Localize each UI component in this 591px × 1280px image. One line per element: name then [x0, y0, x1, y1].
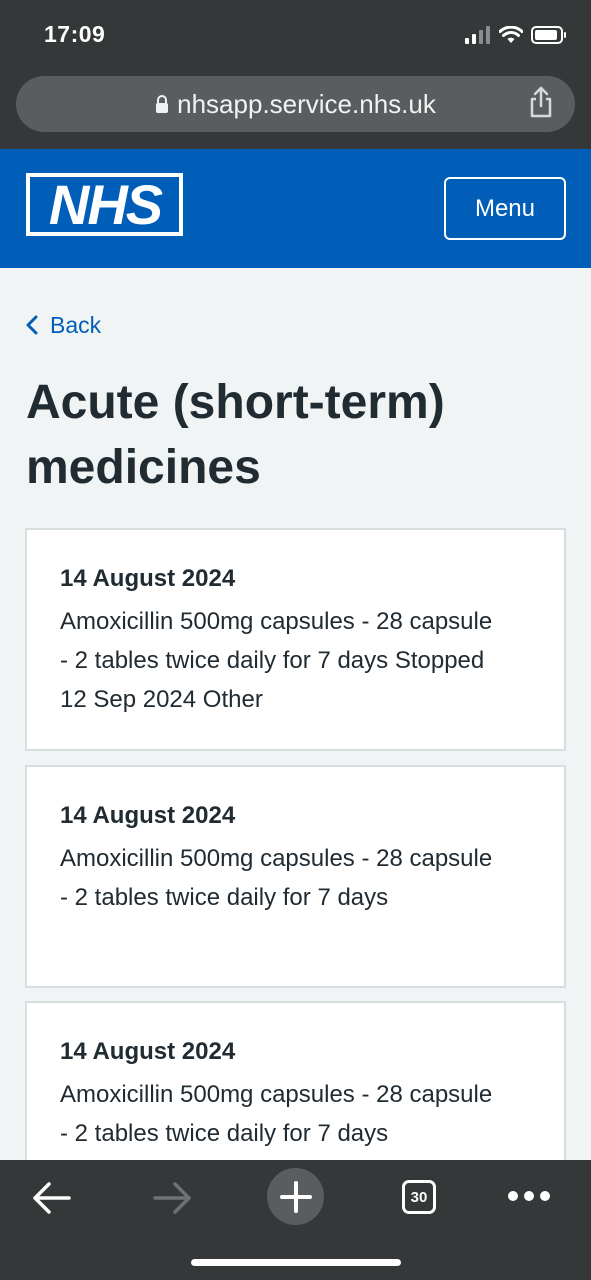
medicine-date: 14 August 2024 — [60, 1038, 236, 1065]
page-title: Acute (short-term) medicines — [26, 376, 445, 494]
medicine-description: Amoxicillin 500mg capsules - 28 capsule … — [60, 1081, 493, 1147]
nhs-logo[interactable]: NHS — [26, 173, 183, 236]
medicine-description: Amoxicillin 500mg capsules - 28 capsule … — [60, 845, 493, 911]
status-icons — [465, 24, 567, 46]
lock-icon — [156, 95, 169, 114]
chevron-left-icon — [26, 315, 38, 335]
share-icon[interactable] — [529, 86, 553, 118]
site-header: NHS Menu — [0, 149, 591, 268]
svg-text:NHS: NHS — [49, 173, 163, 236]
more-options-button[interactable] — [505, 1184, 553, 1208]
signal-icon — [465, 26, 490, 44]
address-bar[interactable]: nhsapp.service.nhs.uk — [16, 76, 575, 132]
medicine-date: 14 August 2024 — [60, 802, 236, 829]
medicine-card[interactable]: 14 August 2024 Amoxicillin 500mg capsule… — [25, 528, 566, 751]
browser-top-bar: 17:09 nhsapp.service.nhs.uk — [0, 0, 591, 149]
menu-button[interactable]: Menu — [444, 177, 566, 240]
arrow-right-icon — [153, 1182, 191, 1214]
medicine-card[interactable]: 14 August 2024 Amoxicillin 500mg capsule… — [25, 765, 566, 988]
arrow-left-icon — [33, 1182, 71, 1214]
tabs-button[interactable]: 30 — [400, 1178, 438, 1216]
forward-nav-button[interactable] — [150, 1178, 196, 1218]
back-nav-button[interactable] — [28, 1178, 74, 1218]
medicine-date: 14 August 2024 — [60, 565, 236, 592]
new-tab-button[interactable] — [267, 1168, 324, 1225]
medicine-description: Amoxicillin 500mg capsules - 28 capsule … — [60, 608, 493, 713]
url-text: nhsapp.service.nhs.uk — [177, 89, 436, 119]
nhs-logo-mark: NHS — [30, 173, 179, 236]
wifi-icon — [499, 26, 523, 43]
plus-icon — [279, 1180, 312, 1213]
back-label: Back — [50, 311, 102, 338]
status-time: 17:09 — [44, 21, 106, 47]
tab-count-badge: 30 — [402, 1180, 436, 1214]
back-link[interactable]: Back — [26, 309, 101, 341]
more-dots-icon — [508, 1191, 550, 1201]
url-display: nhsapp.service.nhs.uk — [16, 89, 575, 120]
battery-icon — [531, 26, 566, 44]
home-indicator[interactable] — [191, 1259, 401, 1266]
